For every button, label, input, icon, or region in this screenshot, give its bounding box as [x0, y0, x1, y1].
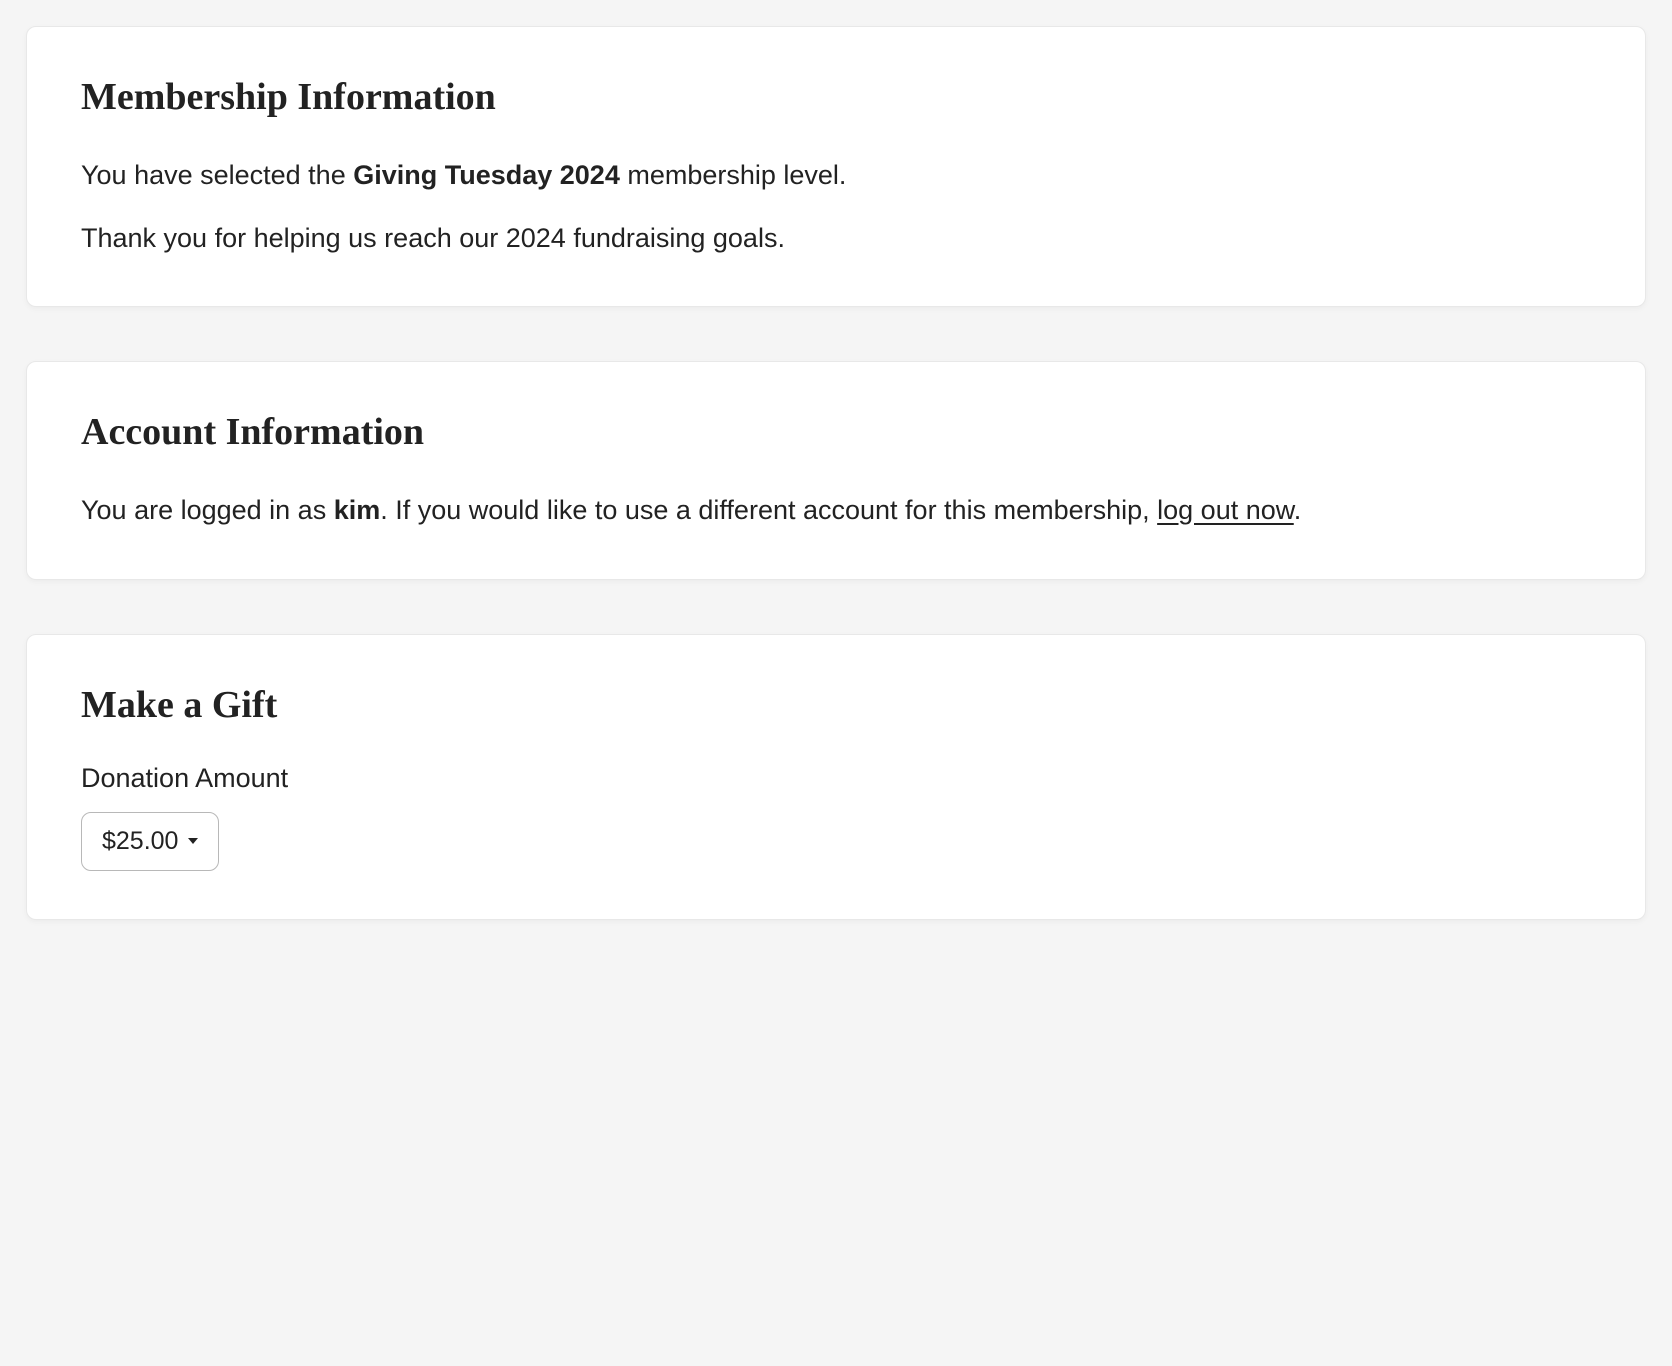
gift-card: Make a Gift Donation Amount $25.00 — [26, 634, 1646, 920]
donation-amount-label: Donation Amount — [81, 763, 1591, 794]
donation-amount-value: $25.00 — [102, 827, 178, 856]
account-line1-end: . — [1294, 495, 1302, 525]
membership-selected-text: You have selected the Giving Tuesday 202… — [81, 155, 1591, 196]
account-username: kim — [334, 495, 381, 525]
account-logged-in-text: You are logged in as kim. If you would l… — [81, 490, 1591, 531]
membership-line1-suffix: membership level. — [620, 160, 847, 190]
account-card: Account Information You are logged in as… — [26, 361, 1646, 580]
logout-link[interactable]: log out now — [1157, 495, 1294, 525]
membership-line1-prefix: You have selected the — [81, 160, 353, 190]
account-line1-prefix: You are logged in as — [81, 495, 334, 525]
membership-card: Membership Information You have selected… — [26, 26, 1646, 307]
membership-thankyou-text: Thank you for helping us reach our 2024 … — [81, 218, 1591, 259]
membership-heading: Membership Information — [81, 75, 1591, 119]
membership-level-name: Giving Tuesday 2024 — [353, 160, 620, 190]
gift-heading: Make a Gift — [81, 683, 1591, 727]
account-heading: Account Information — [81, 410, 1591, 454]
donation-amount-select[interactable]: $25.00 — [81, 812, 219, 871]
account-line1-mid: . If you would like to use a different a… — [380, 495, 1157, 525]
chevron-down-icon — [188, 838, 198, 844]
